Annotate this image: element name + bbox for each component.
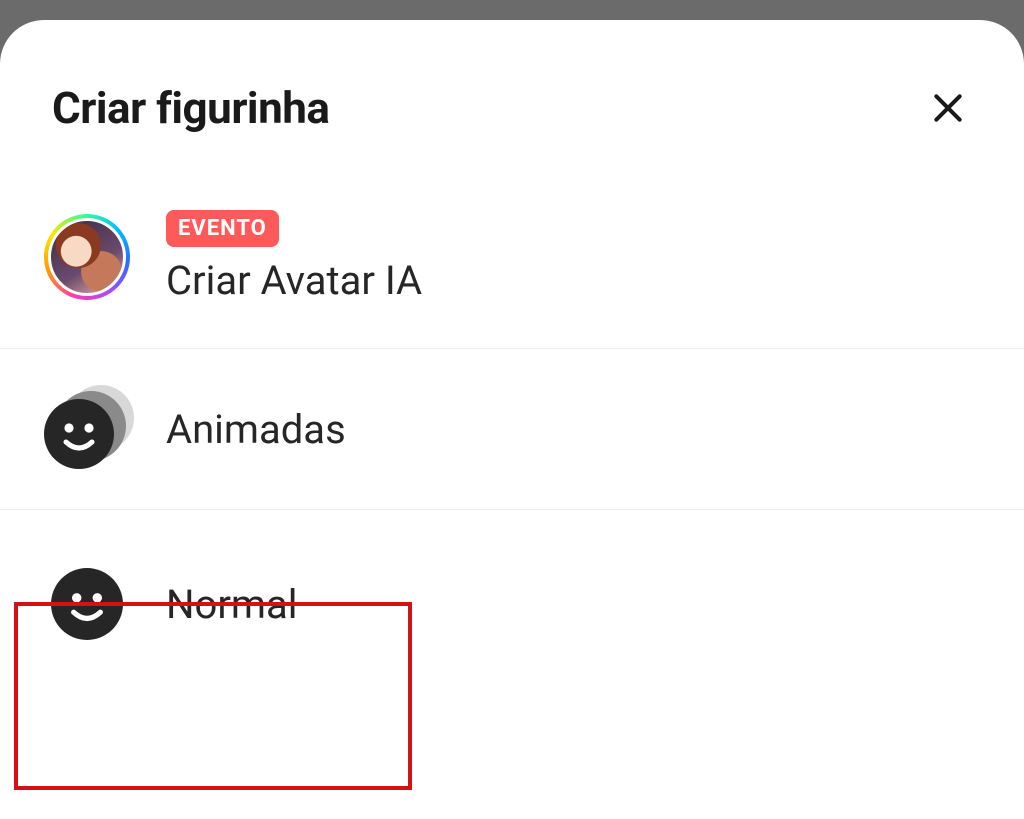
option-text-group: Normal <box>166 581 297 628</box>
close-icon <box>928 88 968 128</box>
option-label: Normal <box>166 581 297 628</box>
avatar-icon-slot <box>44 214 130 300</box>
smiley-face-icon <box>44 399 114 469</box>
option-text-group: Animadas <box>166 406 346 453</box>
close-button[interactable] <box>924 84 972 132</box>
create-sticker-sheet: Criar figurinha EVENTO Criar Avatar IA <box>0 20 1024 819</box>
event-badge: EVENTO <box>166 210 279 247</box>
option-normal[interactable]: Normal <box>0 510 1024 698</box>
option-text-group: EVENTO Criar Avatar IA <box>166 210 422 304</box>
sheet-title: Criar figurinha <box>52 82 329 134</box>
animated-smiley-icon <box>44 391 130 467</box>
avatar-image-icon <box>48 218 126 296</box>
smiley-face-icon <box>51 568 123 640</box>
normal-icon-slot <box>44 568 130 640</box>
option-label: Animadas <box>166 406 346 453</box>
avatar-rainbow-ring-icon <box>44 214 130 300</box>
option-create-ai-avatar[interactable]: EVENTO Criar Avatar IA <box>0 154 1024 349</box>
animated-icon-slot <box>44 391 130 467</box>
option-label: Criar Avatar IA <box>166 257 422 304</box>
option-animated[interactable]: Animadas <box>0 349 1024 510</box>
sheet-header: Criar figurinha <box>0 20 1024 154</box>
options-list: EVENTO Criar Avatar IA <box>0 154 1024 698</box>
